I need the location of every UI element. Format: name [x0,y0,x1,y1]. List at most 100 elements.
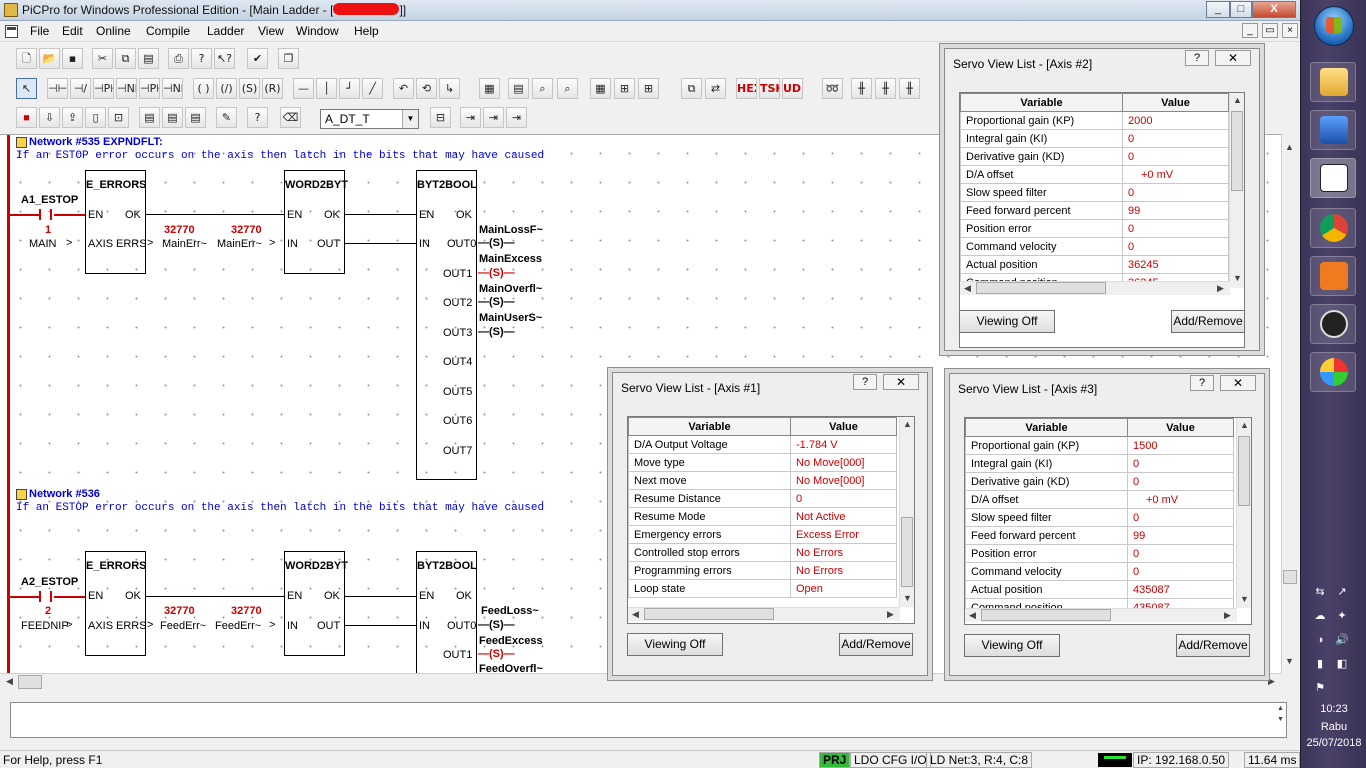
data-icon[interactable]: ▤ [139,107,160,128]
mdi-restore-button[interactable]: ▭ [1262,23,1278,38]
contact[interactable] [39,591,52,602]
grid-row[interactable]: D/A Output Voltage -1.784 V [628,435,897,454]
scroll-thumb[interactable] [981,609,1111,621]
pos-transition-icon[interactable]: ⊣P⊢ [93,78,114,99]
tray-icon[interactable]: ☁ [1313,610,1327,622]
upload-icon[interactable]: ⇪ [62,107,83,128]
document-icon-2[interactable]: ▯ [85,107,106,128]
query-icon[interactable]: ? [247,107,268,128]
add-remove-button[interactable]: Add/Remove [1176,634,1250,657]
grid-row[interactable]: Proportional gain (KP) 1500 [965,436,1234,455]
close-button[interactable]: ✕ [1215,50,1251,66]
window-icon[interactable]: ❐ [278,48,299,69]
scroll-down-icon[interactable]: ▼ [1230,271,1244,286]
pointer-icon[interactable]: ↖ [16,78,37,99]
open-folder-icon[interactable]: 📂 [39,48,60,69]
grid-row[interactable]: Slow speed filter 0 [960,183,1229,202]
declare-icon[interactable]: ⊟ [430,107,451,128]
document-icon[interactable] [5,25,18,38]
grid-hscroll[interactable]: ◀ ▶ [960,281,1230,295]
grid-row[interactable]: Proportional gain (KP) 2000 [960,111,1229,130]
servo-view-axis-1[interactable]: Servo View List - [Axis #1] ? ✕ Variable… [612,372,928,676]
return-icon[interactable]: ⟲ [416,78,437,99]
grid-row[interactable]: Derivative gain (KD) 0 [960,147,1229,166]
taskbar-explorer[interactable] [1310,62,1356,102]
grid-row[interactable]: Position error 0 [960,219,1229,238]
bit-icon[interactable]: ⇥ [460,107,481,128]
paste-icon[interactable]: ▤ [138,48,159,69]
grid-row[interactable]: Command velocity 0 [960,237,1229,256]
volume-icon[interactable]: 🔊 [1335,634,1349,646]
stop-icon[interactable]: ⏹ [16,107,37,128]
help-icon[interactable]: ? [191,48,212,69]
taskbar-chrome[interactable] [1310,208,1356,248]
bit3-icon[interactable]: ⇥ [506,107,527,128]
grid-hscroll[interactable]: ◀ ▶ [965,608,1237,622]
grid-row[interactable]: Resume Mode Not Active [628,507,897,526]
grid-row[interactable]: Emergency errors Excess Error [628,525,897,544]
grid-row[interactable]: Move type No Move[000] [628,453,897,472]
grid-vscroll[interactable]: ▲ ▼ [1229,93,1244,288]
grid-hscroll[interactable]: ◀ ▶ [628,607,900,621]
scroll-up-icon[interactable]: ▲ [900,417,914,432]
scroll-right-icon[interactable]: ▶ [1220,608,1235,623]
edit-icon[interactable]: ✎ [216,107,237,128]
data3-icon[interactable]: ▤ [185,107,206,128]
grid-vscroll[interactable]: ▲ ▼ [899,417,914,607]
mdi-close-button[interactable]: × [1282,23,1298,38]
scroll-down-icon[interactable]: ▼ [900,591,914,606]
set-coil-icon[interactable]: (S) [239,78,260,99]
clock-day[interactable]: Rabu [1301,721,1366,733]
task-icon[interactable]: TSK [759,78,780,99]
servo-view-axis-3[interactable]: Servo View List - [Axis #3] ? ✕ Variable… [949,373,1265,676]
monitor-icon[interactable]: ⊡ [108,107,129,128]
maximize-button[interactable]: □ [1230,1,1252,18]
help-button[interactable]: ? [853,374,877,390]
column-header-variable[interactable]: Variable [965,418,1128,437]
scroll-down-icon[interactable]: ▼ [1273,715,1288,724]
scroll-thumb[interactable] [1238,436,1250,506]
menu-ladder[interactable]: Ladder [207,24,244,38]
function-icon[interactable]: ▦ [479,78,500,99]
add-remove-button[interactable]: Add/Remove [1171,310,1245,333]
nc-pos-icon[interactable]: ⊣P⊢ [139,78,160,99]
vline-icon[interactable]: │ [316,78,337,99]
menu-help[interactable]: Help [354,24,379,38]
cut-icon[interactable]: ✂ [92,48,113,69]
label-icon[interactable]: ↳ [439,78,460,99]
taskbar-picpro[interactable] [1310,158,1356,198]
close-button[interactable]: X [1252,1,1296,18]
servo-view-axis-2[interactable]: Servo View List - [Axis #2] ? ✕ Variable… [944,48,1260,351]
variable-grid[interactable]: Variable Value Proportional gain (KP) 1500… [964,417,1252,625]
menu-compile[interactable]: Compile [146,24,190,38]
scroll-right-icon[interactable]: ▶ [1213,281,1228,296]
close-button[interactable]: ✕ [883,374,919,390]
jump-icon[interactable]: ↶ [393,78,414,99]
grid-vscroll[interactable]: ▲ ▼ [1236,418,1251,608]
variable-type-dropdown[interactable]: A_DT_T ▼ [320,109,419,129]
tray-icon[interactable]: ◧ [1335,658,1349,670]
viewing-off-button[interactable]: Viewing Off [627,633,723,656]
tray-arrow-icon[interactable]: ↗ [1335,586,1349,598]
start-button[interactable] [1314,6,1354,46]
flag-icon[interactable]: ⚑ [1313,682,1327,694]
menu-online[interactable]: Online [96,24,131,38]
hex-icon[interactable]: HEX [736,78,757,99]
grid-row[interactable]: Derivative gain (KD) 0 [965,472,1234,491]
column-header-value[interactable]: Value [1127,418,1234,437]
word2byt-block[interactable]: WORD2BYT [284,551,348,656]
tray-icon[interactable]: ✦ [1335,610,1349,622]
scroll-thumb[interactable] [901,517,913,587]
diagonal-icon[interactable]: ╱ [362,78,383,99]
find-icon[interactable]: ⌕ [532,78,553,99]
branch-icon[interactable]: ┘ [339,78,360,99]
scroll-thumb[interactable] [976,282,1106,294]
tray-icon[interactable]: ⇆ [1313,586,1327,598]
check-icon[interactable]: ✔ [247,48,268,69]
scroll-thumb[interactable] [1231,111,1243,191]
scroll-up-icon[interactable]: ▲ [1237,418,1251,433]
scroll-up-icon[interactable]: ▲ [1273,704,1288,713]
coil-icon[interactable]: ( ) [193,78,214,99]
set-coil[interactable]: —(S)— [478,326,515,338]
taskbar-pdf[interactable] [1310,256,1356,296]
